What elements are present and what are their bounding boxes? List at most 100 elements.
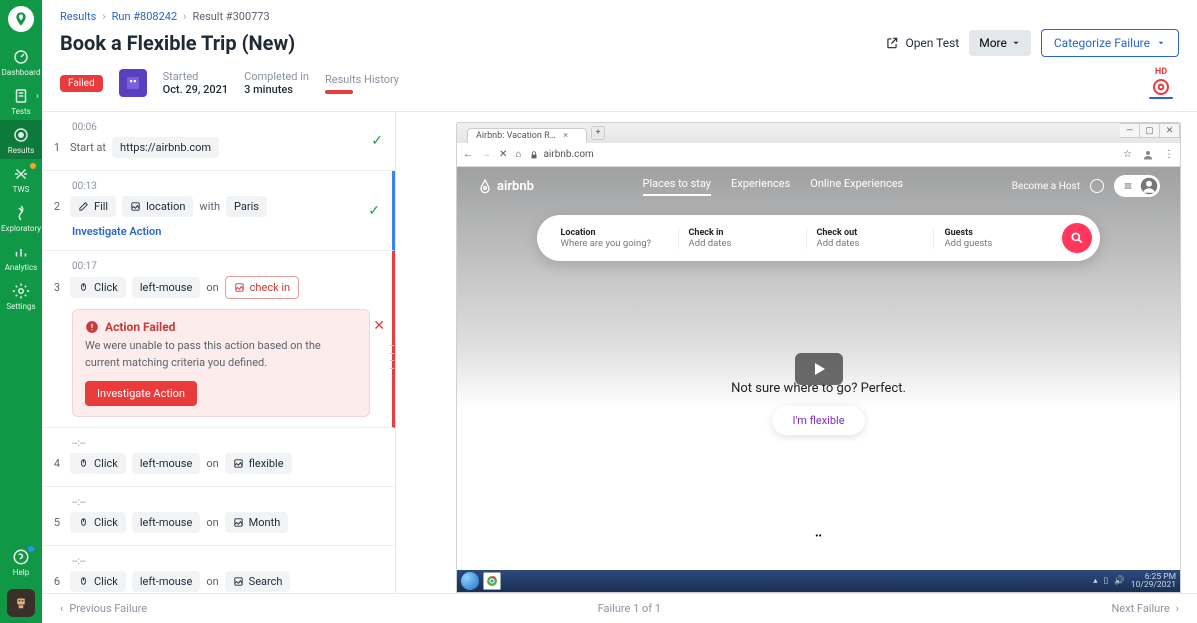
status-badge: Failed	[60, 75, 103, 92]
nav-tests[interactable]: Tests ›	[0, 81, 42, 120]
connector: with	[199, 200, 220, 213]
mouse-icon	[78, 517, 89, 528]
crumb-result: Result #300773	[192, 10, 269, 23]
browser-tab[interactable]: Airbnb: Vacation Rentals, Cabins, ×	[467, 128, 587, 143]
history-bar[interactable]	[325, 90, 353, 94]
airbnb-search-bar[interactable]: Location Where are you going? Check in A…	[537, 215, 1101, 261]
nav-places[interactable]: Places to stay	[643, 177, 711, 196]
step-timestamp: --:--	[50, 497, 383, 508]
step-number: 1	[50, 141, 64, 154]
globe-icon[interactable]	[1090, 179, 1104, 193]
become-host-link[interactable]: Become a Host	[1012, 181, 1080, 192]
previous-failure-button[interactable]: ‹ Previous Failure	[60, 602, 147, 615]
brand-text: airbnb	[497, 179, 534, 194]
airbnb-nav: Places to stay Experiences Online Experi…	[643, 177, 904, 196]
target-pill-error: check in	[225, 276, 299, 299]
image-icon	[130, 201, 141, 212]
error-box: ✕ Action Failed We were unable to pass t…	[72, 309, 370, 417]
nav-help[interactable]: Help	[0, 542, 42, 583]
start-button-icon[interactable]	[461, 572, 479, 590]
bot-avatar[interactable]	[7, 589, 35, 617]
breadcrumb: Results › Run #808242 › Result #300773	[42, 0, 1197, 27]
categorize-failure-button[interactable]: Categorize Failure	[1041, 29, 1179, 57]
step-number: 4	[50, 457, 64, 470]
step-row[interactable]: --:-- 6 Click left-mouse on Search	[42, 546, 395, 593]
system-clock[interactable]: 6:25 PM 10/29/2021	[1131, 573, 1176, 590]
nav-label: Results	[8, 146, 34, 155]
lock-icon	[529, 150, 539, 160]
nav-exploratory[interactable]: Exploratory	[0, 198, 42, 237]
crumb-results[interactable]: Results	[60, 10, 96, 23]
search-checkin[interactable]: Check in Add dates	[679, 228, 807, 249]
preview-pane: Airbnb: Vacation Rentals, Cabins, × + — …	[396, 112, 1197, 593]
browser-tabbar: Airbnb: Vacation Rentals, Cabins, × + — …	[457, 123, 1180, 143]
forward-icon[interactable]: →	[481, 149, 491, 160]
open-test-button[interactable]: Open Test	[885, 36, 959, 50]
airbnb-logo[interactable]: airbnb	[477, 178, 534, 194]
nav-label: Analytics	[5, 263, 38, 272]
chevron-right-icon: ›	[102, 10, 105, 23]
crumb-run[interactable]: Run #808242	[112, 10, 178, 23]
nav-label: Help	[13, 568, 29, 577]
nav-label: Exploratory	[1, 224, 41, 233]
step-number: 5	[50, 516, 64, 529]
nav-settings[interactable]: Settings	[0, 276, 42, 315]
nav-online-experiences[interactable]: Online Experiences	[810, 177, 903, 196]
close-error-button[interactable]: ✕	[373, 318, 385, 334]
flexible-button[interactable]: I'm flexible	[772, 406, 864, 435]
close-window-icon[interactable]: ✕	[1160, 123, 1180, 138]
play-video-button[interactable]	[795, 353, 843, 385]
failure-counter: Failure 1 of 1	[598, 602, 661, 615]
stop-icon[interactable]: ✕	[499, 149, 507, 160]
more-label: More	[979, 36, 1007, 50]
nav-experiences[interactable]: Experiences	[731, 177, 790, 196]
nav-dashboard[interactable]: Dashboard	[0, 42, 42, 81]
maximize-icon[interactable]: ▢	[1140, 123, 1160, 138]
target-pill: Search	[225, 571, 291, 592]
menu-dots-icon[interactable]: ⋮	[1164, 149, 1174, 160]
minimize-icon[interactable]: —	[1120, 123, 1140, 138]
tray-sound-icon[interactable]: 🔊	[1114, 576, 1125, 586]
clock-date: 10/29/2021	[1131, 581, 1176, 590]
step-row[interactable]: 00:06 1 Start at https://airbnb.com ✓	[42, 112, 395, 171]
hd-indicator[interactable]: HD	[1149, 67, 1179, 99]
chrome-taskbar-icon[interactable]	[483, 572, 501, 590]
app-logo[interactable]	[8, 6, 34, 32]
hd-text: HD	[1155, 67, 1167, 77]
new-tab-button[interactable]: +	[591, 126, 605, 140]
nav-label: TWS	[13, 185, 30, 194]
step-row[interactable]: --:-- 4 Click left-mouse on flexible	[42, 428, 395, 487]
close-tab-icon[interactable]: ×	[563, 131, 568, 141]
search-checkout[interactable]: Check out Add dates	[807, 228, 935, 249]
search-guests[interactable]: Guests Add guests	[934, 228, 1062, 249]
mouse-icon	[78, 282, 89, 293]
investigate-action-button[interactable]: Investigate Action	[85, 381, 197, 406]
url-text[interactable]: airbnb.com	[543, 149, 593, 160]
next-failure-button[interactable]: Next Failure ›	[1111, 602, 1179, 615]
edit-icon	[78, 201, 89, 212]
chevron-left-icon: ‹	[60, 602, 63, 615]
nav-analytics[interactable]: Analytics	[0, 237, 42, 276]
action-pill: Click	[70, 453, 126, 474]
step-url-pill: https://airbnb.com	[112, 137, 219, 158]
search-seg-title: Check in	[689, 228, 796, 238]
step-row[interactable]: --:-- 5 Click left-mouse on Month	[42, 487, 395, 546]
nav-results[interactable]: Results	[0, 120, 42, 159]
back-icon[interactable]: ←	[463, 149, 473, 160]
button-pill: left-mouse	[132, 277, 200, 298]
more-button[interactable]: More	[969, 30, 1031, 56]
search-button[interactable]	[1062, 223, 1092, 253]
button-pill: left-mouse	[132, 512, 200, 533]
tray-network-icon[interactable]: ▯	[1103, 576, 1108, 586]
step-row[interactable]: 00:17 3 Click left-mouse on check in	[42, 251, 395, 428]
user-menu[interactable]	[1114, 175, 1160, 197]
step-row[interactable]: 00:13 2 Fill location with Paris	[42, 171, 395, 251]
nav-tws[interactable]: TWS	[0, 159, 42, 198]
chevron-right-icon: ›	[1176, 602, 1179, 615]
investigate-link[interactable]: Investigate Action	[50, 225, 380, 238]
tray-chevron-icon[interactable]: ▴	[1093, 576, 1097, 586]
home-icon[interactable]: ⌂	[515, 149, 521, 160]
user-icon[interactable]	[1142, 149, 1154, 161]
star-icon[interactable]: ☆	[1123, 149, 1132, 160]
search-location[interactable]: Location Where are you going?	[551, 228, 679, 249]
